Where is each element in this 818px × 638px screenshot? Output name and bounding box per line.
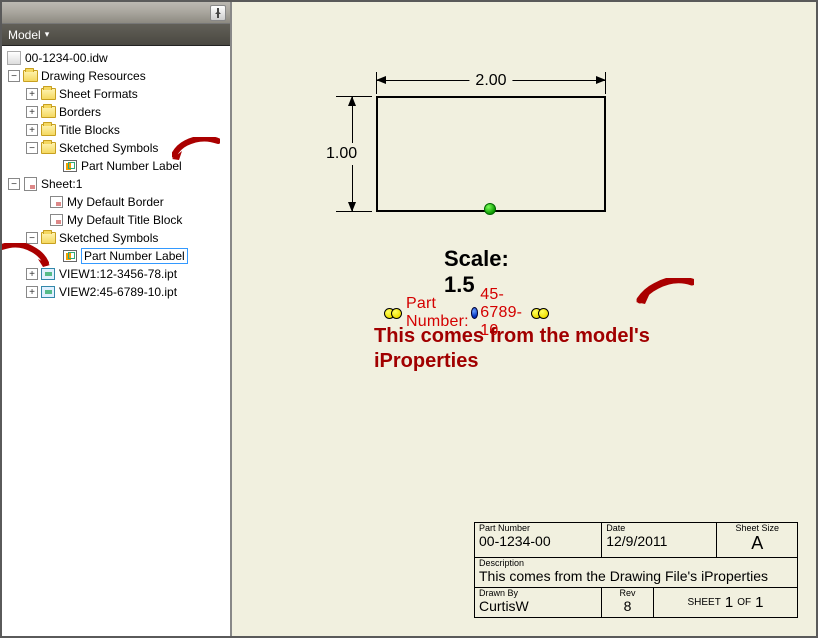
tree-item-view2[interactable]: + VIEW2:45-6789-10.ipt xyxy=(4,283,228,301)
dimension-width[interactable]: 2.00 xyxy=(376,74,606,94)
tree-item-sketched-symbols[interactable]: − Sketched Symbols xyxy=(4,139,228,157)
dropdown-icon: ▾ xyxy=(45,29,50,40)
tb-date-lbl: Date xyxy=(606,524,712,533)
tb-date-val: 12/9/2011 xyxy=(606,533,712,550)
tree-label: Part Number Label xyxy=(81,248,188,264)
tb-sheet-mid: OF xyxy=(737,597,751,608)
folder-icon xyxy=(40,230,56,246)
panel-titlebar[interactable] xyxy=(2,2,230,24)
tree-label: Sheet Formats xyxy=(59,87,138,101)
tree-label: Sheet:1 xyxy=(41,177,82,191)
tb-drawn-by-lbl: Drawn By xyxy=(479,589,597,598)
tree-label: Sketched Symbols xyxy=(59,231,158,245)
expander-minus-icon[interactable]: − xyxy=(26,142,38,154)
expander-none xyxy=(48,160,60,172)
tree-item-title-blocks[interactable]: + Title Blocks xyxy=(4,121,228,139)
tb-sheet-prefix: SHEET xyxy=(688,597,721,608)
tree-label: VIEW2:45-6789-10.ipt xyxy=(59,285,177,299)
dimension-value: 2.00 xyxy=(469,72,512,90)
expander-none xyxy=(34,214,46,226)
tree-item-sheet1[interactable]: − Sheet:1 xyxy=(4,175,228,193)
tree-label: Title Blocks xyxy=(59,123,120,137)
tree-item-my-default-border[interactable]: My Default Border xyxy=(4,193,228,211)
expander-plus-icon[interactable]: + xyxy=(26,124,38,136)
tree-label: My Default Title Block xyxy=(67,213,182,227)
annotation-text: This comes from the model's iProperties xyxy=(374,324,684,374)
folder-icon xyxy=(40,140,56,156)
folder-icon xyxy=(40,122,56,138)
expander-plus-icon[interactable]: + xyxy=(26,106,38,118)
expander-plus-icon[interactable]: + xyxy=(26,286,38,298)
dimension-value: 1.00 xyxy=(326,143,357,165)
tb-part-number-lbl: Part Number xyxy=(479,524,597,533)
border-icon xyxy=(48,194,64,210)
tb-sheet-current: 1 xyxy=(725,594,733,611)
tree-item-drawing-resources[interactable]: − Drawing Resources xyxy=(4,67,228,85)
tree-label: Drawing Resources xyxy=(41,69,146,83)
tb-part-number-val: 00-1234-00 xyxy=(479,533,597,550)
folder-icon xyxy=(22,68,38,84)
folder-icon xyxy=(40,104,56,120)
tree-item-my-default-title-block[interactable]: My Default Title Block xyxy=(4,211,228,229)
drawing-canvas[interactable]: 2.00 1.00 Scale: 1.5 Part Number: 45-678… xyxy=(232,2,816,636)
model-tree[interactable]: 00-1234-00.idw − Drawing Resources + She… xyxy=(2,46,230,636)
tree-label: Part Number Label xyxy=(81,159,182,173)
dimension-height[interactable]: 1.00 xyxy=(340,96,370,212)
folder-icon xyxy=(40,86,56,102)
panel-header[interactable]: Model ▾ xyxy=(2,24,230,46)
tb-rev-lbl: Rev xyxy=(620,589,636,598)
tree-label: VIEW1:12-3456-78.ipt xyxy=(59,267,177,281)
tree-label: 00-1234-00.idw xyxy=(25,51,108,65)
annotation-label: This comes from the model's iProperties xyxy=(374,325,650,372)
tree-item-part-number-label[interactable]: Part Number Label xyxy=(4,157,228,175)
symbol-icon xyxy=(62,158,78,174)
tree-root[interactable]: 00-1234-00.idw xyxy=(4,49,228,67)
expander-plus-icon[interactable]: + xyxy=(26,88,38,100)
panel-header-label: Model xyxy=(8,28,41,42)
annotation-arrow-icon xyxy=(636,278,694,306)
expander-none xyxy=(48,250,60,262)
tb-sheet-size-val: A xyxy=(751,533,763,555)
tree-item-view1[interactable]: + VIEW1:12-3456-78.ipt xyxy=(4,265,228,283)
tree-item-borders[interactable]: + Borders xyxy=(4,103,228,121)
tree-item-sketched-symbols-2[interactable]: − Sketched Symbols xyxy=(4,229,228,247)
titleblock-icon xyxy=(48,212,64,228)
drawing-rectangle[interactable] xyxy=(376,96,606,212)
tb-rev-val: 8 xyxy=(624,598,632,615)
browser-panel: Model ▾ 00-1234-00.idw − Drawing Resourc… xyxy=(2,2,232,636)
tb-sheet-total: 1 xyxy=(755,594,763,611)
drawing-file-icon xyxy=(6,50,22,66)
sheet-icon xyxy=(22,176,38,192)
tree-label: My Default Border xyxy=(67,195,164,209)
expander-plus-icon[interactable]: + xyxy=(26,268,38,280)
tree-label: Sketched Symbols xyxy=(59,141,158,155)
selection-handle-icon[interactable] xyxy=(384,308,402,319)
title-block[interactable]: Part Number 00-1234-00 Date 12/9/2011 Sh… xyxy=(474,522,798,618)
tb-sheet-size-lbl: Sheet Size xyxy=(735,524,779,533)
view-icon xyxy=(40,284,56,300)
expander-none xyxy=(34,196,46,208)
tree-item-sheet-formats[interactable]: + Sheet Formats xyxy=(4,85,228,103)
tree-label: Borders xyxy=(59,105,101,119)
tree-item-part-number-label-2[interactable]: Part Number Label xyxy=(4,247,228,265)
expander-minus-icon[interactable]: − xyxy=(8,70,20,82)
tb-description-val: This comes from the Drawing File's iProp… xyxy=(479,568,793,586)
expander-minus-icon[interactable]: − xyxy=(8,178,20,190)
tb-description-lbl: Description xyxy=(479,559,793,568)
symbol-icon xyxy=(62,248,78,264)
tb-drawn-by-val: CurtisW xyxy=(479,598,597,615)
expander-minus-icon[interactable]: − xyxy=(26,232,38,244)
view-icon xyxy=(40,266,56,282)
selection-handle-icon[interactable] xyxy=(531,308,549,319)
pin-icon[interactable] xyxy=(210,5,226,21)
origin-handle-icon[interactable] xyxy=(471,307,479,319)
center-handle-icon[interactable] xyxy=(484,203,496,215)
